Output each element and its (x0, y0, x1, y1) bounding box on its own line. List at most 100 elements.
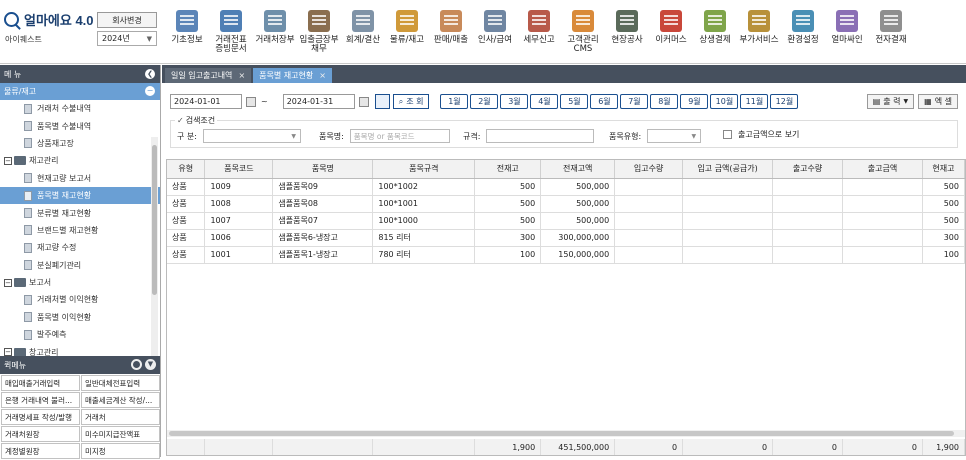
month-button[interactable]: 1월 (440, 94, 469, 109)
top-menu-item[interactable]: 기초정보 (165, 4, 209, 62)
month-button[interactable]: 8월 (650, 94, 679, 109)
favorite-item[interactable]: 거래처 (81, 409, 160, 425)
top-menu-item[interactable]: 고객관리 CMS (561, 4, 605, 62)
print-button[interactable]: ▤ 출 력 ▼ (866, 94, 915, 109)
favorite-item[interactable]: 은행 거래내역 불러... (1, 392, 80, 408)
grid-horizontal-scrollbar[interactable] (167, 430, 965, 437)
tab[interactable]: 일일 입고출고내역 × (165, 68, 252, 83)
top-menu-item[interactable]: 세무신고 (517, 4, 561, 62)
tree-item[interactable]: 상품재고장 (0, 135, 160, 152)
outgoing-checkbox[interactable] (723, 130, 732, 139)
gear-icon[interactable] (131, 359, 142, 370)
column-header[interactable]: 전재고액 (540, 160, 616, 179)
collapse-category-icon[interactable]: − (145, 86, 155, 96)
month-button[interactable]: 4월 (530, 94, 559, 109)
search-button[interactable]: ⌕ 조 회 (392, 94, 430, 109)
column-header[interactable]: 입고 금액(공급가) (682, 160, 774, 179)
favorite-item[interactable]: 거래명세표 작성/발행 (1, 409, 80, 425)
calendar-button[interactable] (374, 94, 390, 109)
date-from-input[interactable]: 2024-01-01 (170, 94, 256, 109)
column-header[interactable]: 전재고 (474, 160, 542, 179)
calendar-icon[interactable] (246, 97, 256, 107)
column-header[interactable]: 입고수량 (614, 160, 684, 179)
top-menu-item[interactable]: 회계/결산 (341, 4, 385, 62)
month-button[interactable]: 5월 (560, 94, 589, 109)
year-select[interactable]: 2024년 ▼ (97, 31, 157, 46)
table-row[interactable]: 상품 1009 샘플품목09 100*1002 500 500,000 500 (167, 178, 965, 196)
sidebar-scrollbar[interactable] (151, 137, 158, 373)
top-menu-item[interactable]: 전자결재 (869, 4, 913, 62)
table-row[interactable]: 상품 1008 샘플품목08 100*1001 500 500,000 500 (167, 195, 965, 213)
column-header[interactable]: 품목규격 (372, 160, 476, 179)
month-button[interactable]: 2월 (470, 94, 499, 109)
collapse-icon[interactable]: − (4, 156, 12, 165)
tree-item[interactable]: 분류별 재고현황 (0, 204, 160, 221)
tree-folder[interactable]: − 창고관리 (0, 343, 160, 356)
spec-input[interactable] (486, 129, 595, 143)
top-menu-item[interactable]: 현장공사 (605, 4, 649, 62)
outgoing-toggle[interactable]: 출고금액으로 보기 (723, 129, 799, 140)
table-row[interactable]: 상품 1006 샘플품목6-냉장고 815 리터 300 300,000,000 300 (167, 229, 965, 247)
item-type-select[interactable]: ▼ (647, 129, 702, 143)
tree-item[interactable]: 거래처 수불내역 (0, 100, 160, 117)
table-row[interactable]: 상품 1007 샘플품목07 100*1000 500 500,000 500 (167, 212, 965, 230)
table-row[interactable]: 상품 1001 샘플품목1-냉장고 780 리터 100 150,000,000 100 (167, 246, 965, 264)
favorite-item[interactable]: 일반대체전표입력 (81, 375, 160, 391)
favorite-item[interactable]: 매출세금계산 작성/... (81, 392, 160, 408)
chevron-down-icon[interactable]: ▼ (145, 359, 156, 370)
column-header[interactable]: 품목코드 (204, 160, 274, 179)
month-button[interactable]: 11월 (740, 94, 769, 109)
top-menu-item[interactable]: 판매/매출 (429, 4, 473, 62)
column-header[interactable]: 품목명 (272, 160, 374, 179)
division-select[interactable]: ▼ (202, 129, 301, 143)
tree-item[interactable]: 발주예측 (0, 326, 160, 343)
item-name-input[interactable]: 품목명 or 품목코드 (349, 129, 450, 143)
close-icon[interactable]: × (319, 71, 326, 80)
month-button[interactable]: 6월 (590, 94, 619, 109)
tab[interactable]: 품목별 재고현황 × (253, 68, 332, 83)
top-menu-item[interactable]: 거래전표 증빙문서 (209, 4, 253, 62)
top-menu-item[interactable]: 얼마싸인 (825, 4, 869, 62)
sidebar-category[interactable]: 물류/재고 − (0, 83, 160, 100)
month-button[interactable]: 3월 (500, 94, 529, 109)
favorite-item[interactable]: 거래처원장 (1, 426, 80, 442)
top-menu-item[interactable]: 이커머스 (649, 4, 693, 62)
excel-button[interactable]: ▦ 엑 셀 (918, 94, 958, 109)
tree-folder[interactable]: − 재고관리 (0, 152, 160, 169)
tree-item[interactable]: 거래처별 이익현황 (0, 291, 160, 308)
column-header[interactable]: 유형 (167, 160, 206, 179)
collapse-icon[interactable]: − (4, 278, 12, 287)
scrollbar-thumb[interactable] (169, 431, 954, 436)
top-menu-item[interactable]: 물류/재고 (385, 4, 429, 62)
calendar-icon[interactable] (358, 97, 369, 107)
top-menu-item[interactable]: 거래처장부 (253, 4, 297, 62)
company-change-button[interactable]: 회사변경 (97, 12, 157, 28)
month-button[interactable]: 10월 (710, 94, 739, 109)
month-button[interactable]: 7월 (620, 94, 649, 109)
tree-folder[interactable]: − 보고서 (0, 274, 160, 291)
tree-item[interactable]: 품목별 재고현황 (0, 186, 160, 205)
tree-item[interactable]: 품목별 이익현황 (0, 309, 160, 326)
top-menu-item[interactable]: 부가서비스 (737, 4, 781, 62)
month-button[interactable]: 9월 (680, 94, 709, 109)
column-header[interactable]: 출고수량 (772, 160, 844, 179)
tree-item[interactable]: 재고량 수정 (0, 239, 160, 256)
top-menu-item[interactable]: 환경설정 (781, 4, 825, 62)
date-to-input[interactable]: 2024-01-31 (282, 94, 369, 109)
tree-item[interactable]: 분실폐기관리 (0, 257, 160, 274)
top-menu-item[interactable]: 상생결제 (693, 4, 737, 62)
favorite-item[interactable]: 미수미지급잔액표 (81, 426, 160, 442)
collapse-icon[interactable]: − (4, 348, 12, 356)
close-icon[interactable]: × (238, 71, 245, 80)
column-header[interactable]: 현재고 (922, 160, 965, 179)
month-button[interactable]: 12월 (770, 94, 799, 109)
tree-item[interactable]: 브랜드별 재고현황 (0, 222, 160, 239)
column-header[interactable]: 출고금액 (842, 160, 923, 179)
top-menu-item[interactable]: 입출금장부 채무 (297, 4, 341, 62)
tree-item[interactable]: 현재고량 보고서 (0, 170, 160, 187)
favorite-item[interactable]: 매입매출거래입력 (1, 375, 80, 391)
tree-item[interactable]: 품목별 수불내역 (0, 117, 160, 134)
collapse-sidebar-icon[interactable]: ❮ (145, 69, 155, 79)
top-menu-item[interactable]: 인사/급여 (473, 4, 517, 62)
scrollbar-thumb[interactable] (152, 145, 157, 295)
